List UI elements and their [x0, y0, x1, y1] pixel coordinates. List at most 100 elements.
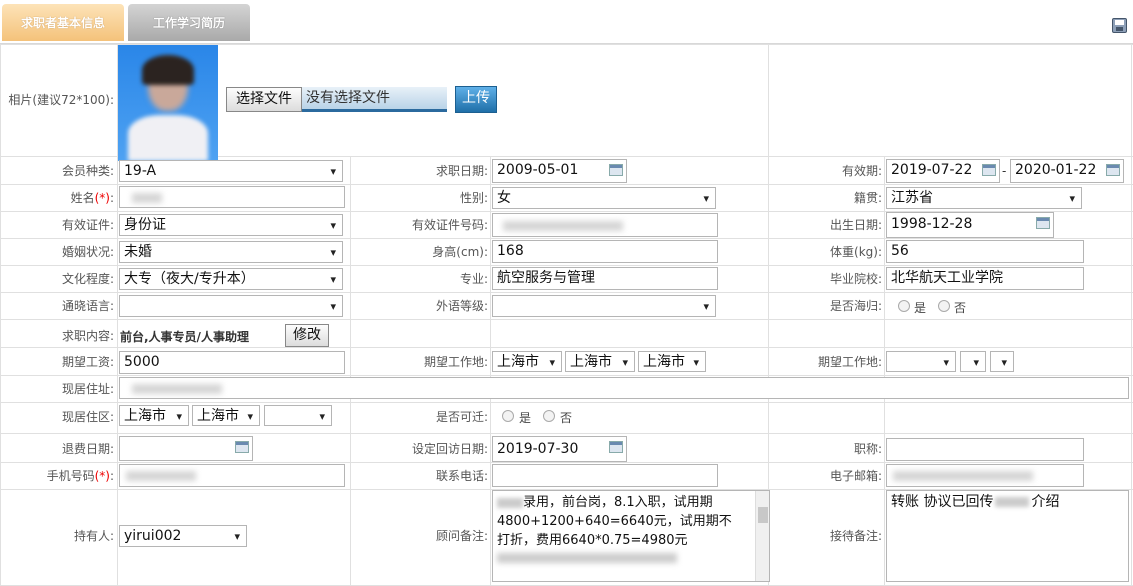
work-city-value: 上海市 [570, 354, 612, 370]
calendar-icon[interactable] [982, 164, 996, 176]
salary-label: 期望工资: [61, 355, 114, 369]
language-select[interactable] [119, 295, 343, 317]
valid-to-input[interactable]: 2020-01-22 [1010, 159, 1124, 183]
valid-from-input[interactable]: 2019-07-22 [886, 159, 1000, 183]
returnee-label: 是否海归: [829, 299, 882, 313]
weight-input[interactable]: 56 [886, 240, 1084, 263]
height-input[interactable]: 168 [492, 240, 718, 263]
calendar-icon[interactable] [609, 441, 623, 453]
relocate-no-radio[interactable] [543, 410, 555, 422]
id-type-select[interactable]: 身份证 [119, 214, 343, 236]
id-type-label: 有效证件: [61, 218, 114, 232]
returnee-yes-text: 是 [914, 301, 927, 315]
relocate-yes-radio[interactable] [502, 410, 514, 422]
work-place2-city-select[interactable] [960, 351, 986, 372]
id-number-input[interactable] [492, 213, 718, 237]
work-place2-district-select[interactable] [990, 351, 1014, 372]
calendar-icon[interactable] [235, 441, 249, 453]
major-value: 航空服务与管理 [497, 270, 595, 286]
school-input[interactable]: 北华航天工业学院 [886, 267, 1084, 290]
photo-thumbnail [118, 45, 218, 161]
tab-bar: 求职者基本信息 工作学习简历 [0, 0, 1133, 44]
apply-date-label: 求职日期: [435, 164, 488, 178]
name-label: 姓名(*): [2, 190, 114, 206]
area-city-value: 上海市 [197, 408, 239, 424]
address-input[interactable] [119, 377, 1129, 399]
apply-date-input[interactable]: 2009-05-01 [492, 159, 627, 183]
birth-date-input[interactable]: 1998-12-28 [886, 212, 1054, 238]
tab-basic-info[interactable]: 求职者基本信息 [2, 4, 124, 41]
upload-button[interactable]: 上传 [455, 86, 497, 113]
relocate-no-text: 否 [560, 411, 573, 425]
foreign-level-select[interactable] [492, 295, 716, 317]
major-input[interactable]: 航空服务与管理 [492, 267, 718, 290]
tab-work-history[interactable]: 工作学习简历 [128, 4, 250, 41]
work-place-label: 期望工作地: [423, 355, 488, 369]
native-place-label: 籍贯: [853, 191, 882, 205]
email-input[interactable] [886, 464, 1084, 487]
reception-note-textarea[interactable]: 转账 协议已回传 介绍 [886, 490, 1129, 582]
native-place-value: 江苏省 [891, 190, 933, 206]
consultant-note-line3: 打折，费用6640*0.75=4980元 [497, 533, 688, 548]
consultant-note-textarea[interactable]: 录用，前台岗，8.1入职，试用期 4800+1200+640=6640元，试用期… [492, 490, 770, 582]
job-content-label: 求职内容: [61, 329, 114, 343]
consultant-note-label: 顾问备注: [435, 529, 488, 543]
holder-select[interactable]: yirui002 [119, 525, 247, 547]
marital-select[interactable]: 未婚 [119, 241, 343, 263]
salary-input[interactable]: 5000 [119, 351, 345, 374]
mobile-label-text: 手机号码 [46, 469, 95, 483]
work-place2-province-select[interactable] [886, 351, 956, 372]
mobile-input[interactable] [119, 464, 345, 487]
calendar-icon[interactable] [1106, 164, 1120, 176]
area-district-select[interactable] [264, 405, 332, 426]
save-icon[interactable] [1112, 18, 1127, 33]
returnee-yes-radio[interactable] [898, 300, 910, 312]
calendar-icon[interactable] [1036, 217, 1050, 229]
work-district-select[interactable]: 上海市 [638, 351, 706, 372]
returnee-no-text: 否 [954, 301, 967, 315]
name-label-text: 姓名 [70, 191, 95, 205]
choose-file-button[interactable]: 选择文件 [226, 87, 302, 112]
job-content-value: 前台,人事专员/人事助理 [120, 330, 249, 344]
holder-value: yirui002 [124, 528, 182, 544]
work-city-select[interactable]: 上海市 [565, 351, 635, 372]
name-input[interactable] [119, 186, 345, 208]
returnee-no-radio[interactable] [938, 300, 950, 312]
native-place-select[interactable]: 江苏省 [886, 187, 1082, 209]
language-label: 通晓语言: [61, 299, 114, 313]
work-province-select[interactable]: 上海市 [492, 351, 562, 372]
required-mark: (*) [94, 469, 110, 483]
id-type-value: 身份证 [124, 217, 166, 233]
gender-value: 女 [497, 190, 511, 206]
school-value: 北华航天工业学院 [891, 270, 1003, 286]
photo-label: 相片(建议72*100): [8, 93, 114, 107]
valid-to-value: 2020-01-22 [1015, 162, 1097, 178]
education-select[interactable]: 大专（夜大/专升本） [119, 268, 343, 290]
member-type-select[interactable]: 19-A [119, 160, 343, 182]
refund-date-input[interactable] [119, 436, 253, 461]
valid-from-value: 2019-07-22 [891, 162, 973, 178]
birth-date-value: 1998-12-28 [891, 216, 973, 232]
label-colon: : [109, 191, 114, 205]
weight-value: 56 [891, 243, 909, 259]
education-value: 大专（夜大/专升本） [124, 271, 255, 287]
consultant-note-scrollbar[interactable] [755, 491, 769, 581]
area-province-select[interactable]: 上海市 [119, 405, 189, 426]
gender-select[interactable]: 女 [492, 187, 716, 209]
birth-date-label: 出生日期: [829, 218, 882, 232]
gender-label: 性别: [459, 191, 488, 205]
member-type-label: 会员种类: [61, 164, 114, 178]
revisit-date-input[interactable]: 2019-07-30 [492, 436, 627, 462]
id-number-label: 有效证件号码: [411, 218, 488, 232]
area-label: 现居住区: [61, 410, 114, 424]
area-city-select[interactable]: 上海市 [192, 405, 260, 426]
work-place2-label: 期望工作地: [817, 355, 882, 369]
edit-job-content-button[interactable]: 修改 [285, 324, 329, 347]
marital-value: 未婚 [124, 244, 152, 260]
relocate-label: 是否可迁: [435, 410, 488, 424]
job-title-input[interactable] [886, 438, 1084, 461]
valid-period-label: 有效期: [841, 164, 882, 178]
job-title-label: 职称: [853, 442, 882, 456]
calendar-icon[interactable] [609, 164, 623, 176]
phone-input[interactable] [492, 464, 718, 487]
